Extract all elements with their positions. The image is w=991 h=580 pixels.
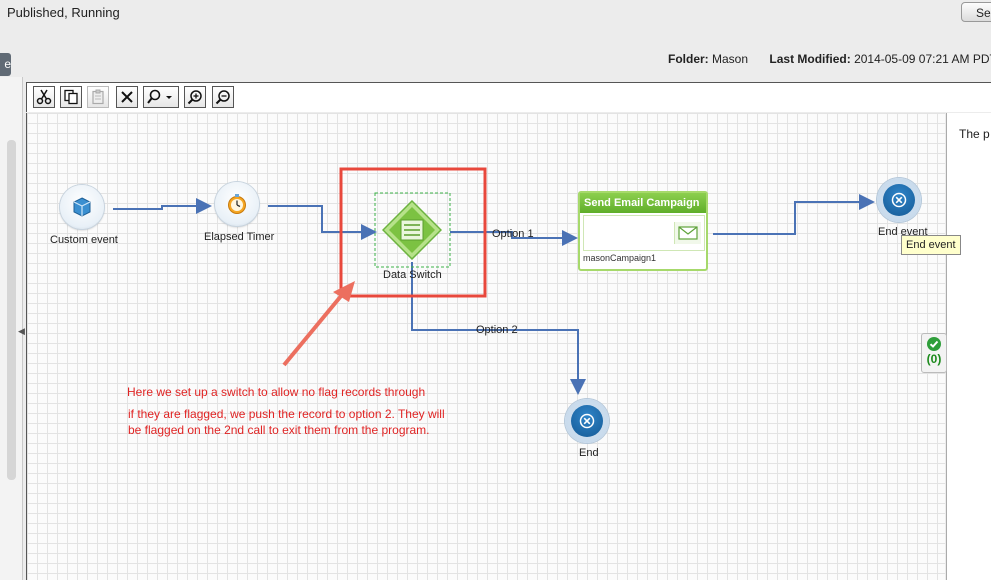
connector-email-to-end-event[interactable] [713, 194, 875, 235]
data-switch-node[interactable] [381, 199, 443, 261]
email-campaign-name: masonCampaign1 [583, 253, 657, 263]
stopwatch-icon [228, 194, 246, 214]
custom-event-node[interactable] [60, 185, 104, 229]
option1-label: Option 1 [492, 228, 534, 240]
end-node[interactable] [565, 399, 609, 443]
close-circle-icon [891, 192, 907, 208]
end-node-inner [571, 405, 603, 437]
custom-event-label: Custom event [50, 234, 118, 246]
annotation-line-2: if they are flagged, we push the record … [128, 407, 445, 421]
connector-timer-to-switch[interactable] [268, 205, 377, 240]
envelope-icon [678, 226, 698, 240]
end-event-tooltip: End event [901, 235, 961, 255]
switch-diamond-icon [381, 199, 443, 261]
email-icon-box [674, 222, 701, 244]
end-event-node[interactable] [877, 178, 921, 222]
annotation-line-1: Here we set up a switch to allow no flag… [127, 385, 426, 399]
validation-count: (0) [926, 352, 942, 366]
validation-badge[interactable]: (0) [921, 333, 947, 373]
elapsed-timer-label: Elapsed Timer [204, 231, 275, 243]
end-event-inner [883, 184, 915, 216]
check-circle-icon [927, 337, 941, 351]
end-label: End [579, 447, 599, 459]
data-switch-label: Data Switch [383, 269, 442, 281]
option2-label: Option 2 [476, 324, 518, 336]
email-node-title: Send Email Campaign [580, 193, 706, 213]
cube-icon [73, 197, 91, 217]
connector-layer [113, 167, 875, 395]
elapsed-timer-node[interactable] [215, 182, 259, 226]
connector-custom-to-timer[interactable] [113, 198, 212, 214]
annotation-line-3: be flagged on the 2nd call to exit them … [128, 423, 430, 437]
annotation-arrow [282, 288, 348, 367]
close-circle-icon [579, 413, 595, 429]
send-email-campaign-node[interactable]: Send Email Campaign masonCampaign1 [578, 191, 708, 271]
email-node-body [583, 215, 705, 251]
